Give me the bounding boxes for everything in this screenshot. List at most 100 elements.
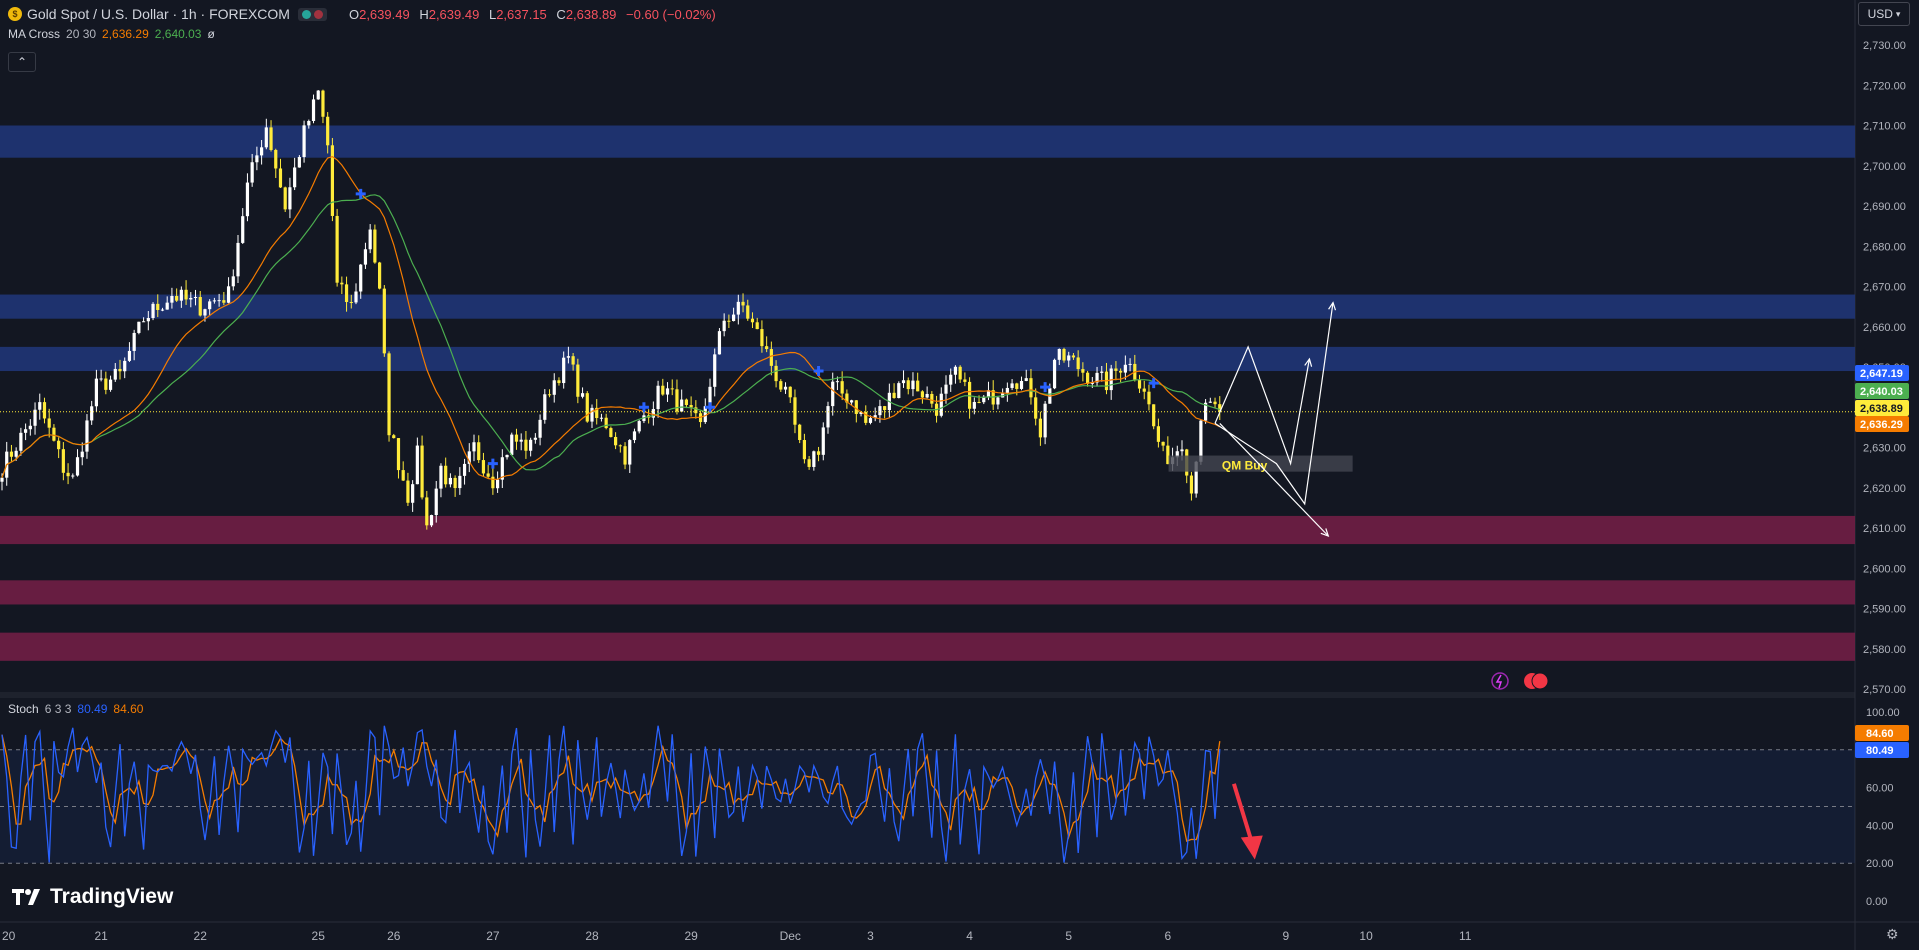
candle [1213,401,1217,405]
time-tick-label: 10 [1359,929,1373,943]
candle [274,149,278,169]
candle [637,421,641,432]
candle [1057,349,1061,360]
zone-resistance-2 [0,346,1855,372]
candle [765,346,769,350]
candle [396,438,401,471]
candle [123,360,127,372]
market-status-icon[interactable] [297,7,327,21]
candle [557,380,561,384]
ma-legend-params: 20 30 [66,27,97,41]
candle [297,157,301,168]
candle [963,379,967,382]
candle [113,368,117,380]
candle [137,321,141,333]
candle [340,282,344,285]
candle [746,305,750,319]
candle [585,393,589,422]
price-label: 2,647.19 [1860,368,1903,380]
candle [505,454,509,458]
candle [1189,475,1194,494]
candle [330,145,334,216]
candle [57,440,61,450]
candle [1052,359,1057,389]
candle [736,301,740,315]
candle [38,402,42,410]
price-tick-label: 2,720.00 [1863,80,1906,92]
candle [316,90,320,100]
candle [689,405,693,408]
tradingview-logo[interactable]: TradingView [12,885,173,909]
stoch-legend[interactable]: Stoch 6 3 3 80.49 84.60 [8,702,143,716]
candle [732,314,736,322]
symbol-title[interactable]: Gold Spot / U.S. Dollar · 1h · FOREXCOM [27,6,290,22]
change-value: −0.60 (−0.02%) [626,6,716,22]
candle [85,420,89,452]
chart-canvas[interactable]: QM Buy2,730.002,720.002,710.002,700.002,… [0,0,1919,950]
candle [278,168,283,188]
candle [189,297,193,300]
price-tick-label: 2,630.00 [1863,443,1906,455]
candle [142,321,146,323]
candle [614,436,618,446]
candle [307,120,311,126]
candle [750,318,755,323]
settings-icon[interactable]: ⚙ [1886,926,1904,944]
candle [713,354,717,387]
time-tick-label: 21 [94,929,108,943]
candle [429,515,434,526]
candle [425,497,429,526]
high-value: 2,639.49 [428,6,480,22]
candle [1043,403,1047,438]
candle [1019,380,1024,389]
currency-label: USD [1867,7,1893,21]
candle [80,451,84,458]
candle [264,127,268,148]
candle [226,286,231,303]
candle [632,431,637,441]
candle [774,365,778,382]
candle [179,289,183,301]
candle [491,476,495,489]
currency-button[interactable]: USD ▾ [1858,2,1910,26]
candle [481,460,486,474]
candle [462,463,467,476]
candle [401,470,405,481]
candle [727,320,731,322]
candle [576,364,580,397]
ma-cross-legend[interactable]: MA Cross 20 30 2,636.29 2,640.03 ø [8,27,215,41]
us-flag-icon [1531,672,1549,690]
stoch-tick-label: 0.00 [1866,896,1887,908]
candle [1147,391,1151,405]
candle [288,187,292,210]
candle [835,381,840,383]
candle [90,406,94,421]
price-label: 2,638.89 [1860,403,1903,415]
time-tick-label: 26 [387,929,401,943]
candle [387,353,391,436]
candle [953,366,958,375]
candle [406,480,410,503]
low-value: 2,637.15 [496,6,547,22]
candle [472,442,476,452]
candle [132,332,136,351]
candle [1137,379,1142,389]
candle [222,300,226,303]
candle [1081,369,1085,373]
pane-separator [0,692,1919,698]
candle [510,434,514,455]
price-tick-label: 2,730.00 [1863,40,1906,52]
candle [448,477,452,485]
candle [1119,370,1123,373]
price-tick-label: 2,690.00 [1863,201,1906,213]
close-value: 2,638.89 [565,6,617,22]
zone-support-4 [0,580,1855,605]
candle [769,349,773,366]
candle [52,427,56,441]
candle [321,90,325,117]
candle [868,418,873,423]
ma-legend-name: MA Cross [8,27,61,41]
collapse-legend-button[interactable]: ⌃ [8,52,36,72]
stoch-tick-label: 60.00 [1866,783,1894,795]
candle [255,155,259,163]
